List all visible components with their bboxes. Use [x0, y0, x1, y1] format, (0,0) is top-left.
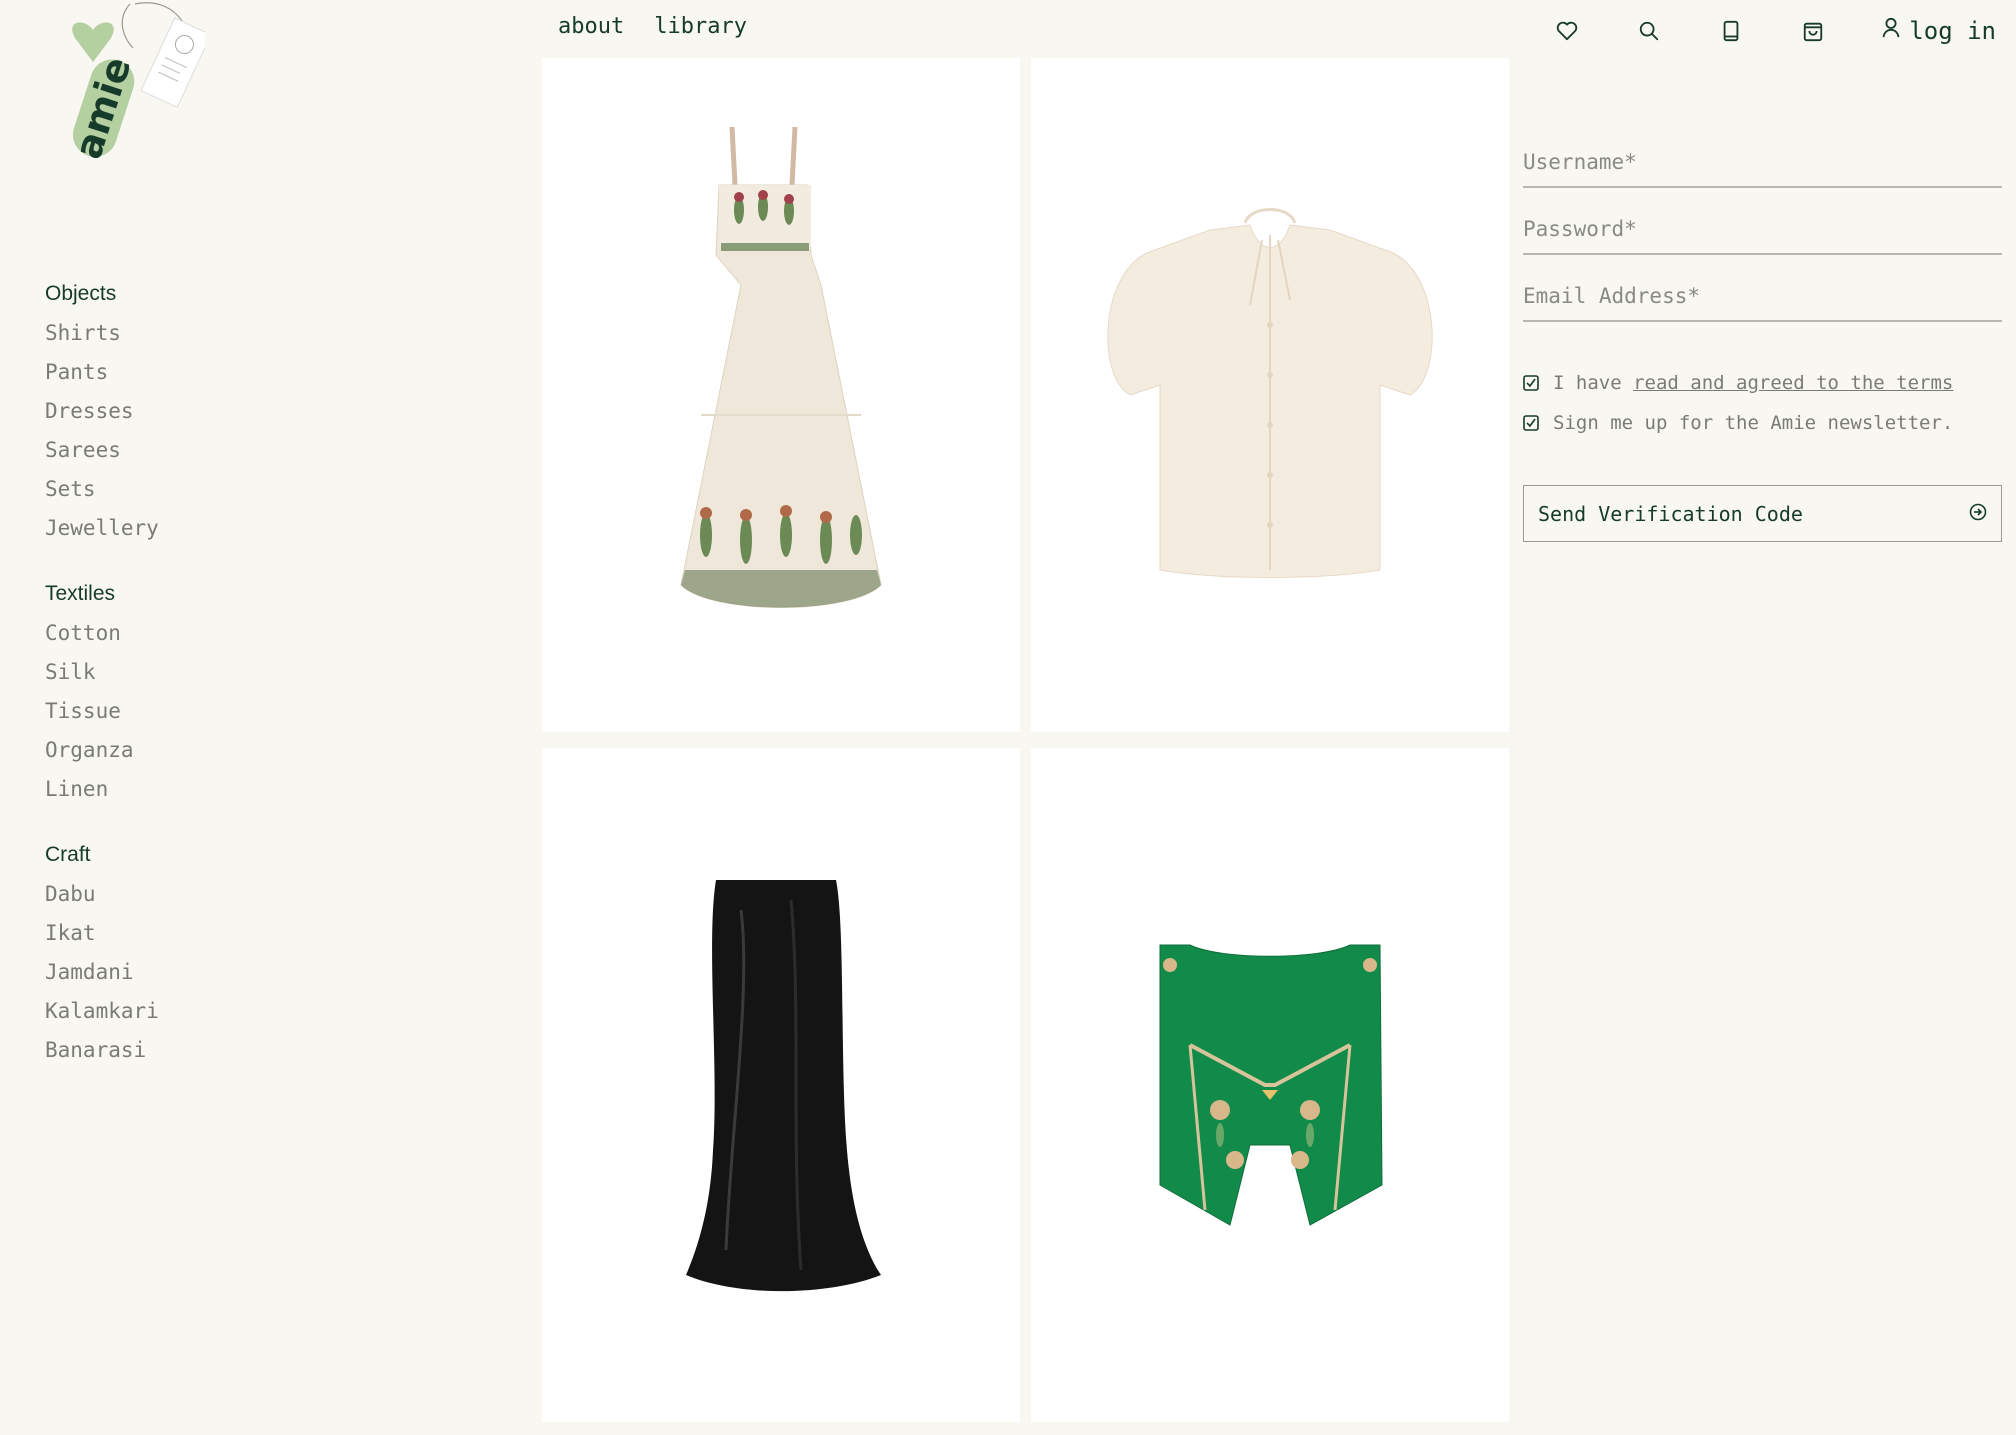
- blouse-image: [1107, 208, 1433, 578]
- terms-label: I have read and agreed to the terms: [1553, 372, 1953, 394]
- user-icon: [1881, 17, 1901, 45]
- consent-checks: I have read and agreed to the terms Sign…: [1523, 363, 2002, 443]
- product-card-dress[interactable]: [542, 58, 1020, 732]
- sidebar-item-shirts[interactable]: Shirts: [45, 314, 345, 353]
- sidebar-item-ikat[interactable]: Ikat: [45, 914, 345, 953]
- sidebar-item-sarees[interactable]: Sarees: [45, 431, 345, 470]
- sidebar-item-silk[interactable]: Silk: [45, 653, 345, 692]
- arrow-circle-right-icon: [1969, 502, 1987, 526]
- terms-checkbox[interactable]: [1523, 375, 1539, 391]
- send-verification-button[interactable]: Send Verification Code: [1523, 485, 2002, 542]
- category-sidebar: Objects Shirts Pants Dresses Sarees Sets…: [45, 278, 345, 1100]
- heart-icon[interactable]: [1553, 14, 1581, 48]
- nav-about[interactable]: about: [558, 14, 624, 39]
- category-group-textiles: Textiles Cotton Silk Tissue Organza Line…: [45, 578, 345, 809]
- username-field[interactable]: [1523, 130, 2002, 188]
- search-icon[interactable]: [1635, 14, 1663, 48]
- send-verification-label: Send Verification Code: [1538, 501, 1803, 526]
- vest-image: [1159, 944, 1383, 1226]
- dress-image: [680, 126, 882, 608]
- password-field[interactable]: [1523, 197, 2002, 255]
- checkbox-icon: [1523, 415, 1539, 431]
- sidebar-item-sets[interactable]: Sets: [45, 470, 345, 509]
- terms-link[interactable]: read and agreed to the terms: [1633, 372, 1953, 394]
- category-heading: Craft: [45, 843, 91, 866]
- sidebar-item-jamdani[interactable]: Jamdani: [45, 953, 345, 992]
- newsletter-label: Sign me up for the Amie newsletter.: [1553, 412, 1954, 434]
- terms-row: I have read and agreed to the terms: [1523, 363, 2002, 403]
- category-heading: Textiles: [45, 582, 116, 605]
- product-card-blouse[interactable]: [1031, 58, 1509, 732]
- terms-prefix: I have: [1553, 372, 1634, 394]
- checkbox-icon: [1523, 375, 1539, 391]
- sidebar-item-cotton[interactable]: Cotton: [45, 614, 345, 653]
- sidebar-item-pants[interactable]: Pants: [45, 353, 345, 392]
- product-grid: [542, 58, 1509, 1422]
- sidebar-item-dresses[interactable]: Dresses: [45, 392, 345, 431]
- bag-icon[interactable]: [1799, 14, 1827, 48]
- category-group-objects: Objects Shirts Pants Dresses Sarees Sets…: [45, 278, 345, 548]
- newsletter-checkbox[interactable]: [1523, 415, 1539, 431]
- sidebar-item-organza[interactable]: Organza: [45, 731, 345, 770]
- sidebar-item-jewellery[interactable]: Jewellery: [45, 509, 345, 548]
- sidebar-item-dabu[interactable]: Dabu: [45, 875, 345, 914]
- login-label: log in: [1909, 17, 1996, 45]
- skirt-image: [686, 880, 881, 1292]
- login-button[interactable]: log in: [1881, 17, 1996, 45]
- category-heading: Objects: [45, 282, 117, 305]
- product-card-skirt[interactable]: [542, 748, 1020, 1422]
- sidebar-item-kalamkari[interactable]: Kalamkari: [45, 992, 345, 1031]
- logo-text: amie: [66, 52, 140, 165]
- sidebar-item-banarasi[interactable]: Banarasi: [45, 1031, 345, 1070]
- header-icons: log in: [1553, 14, 1996, 48]
- brand-logo[interactable]: amie: [55, 0, 212, 170]
- sidebar-item-tissue[interactable]: Tissue: [45, 692, 345, 731]
- sidebar-item-linen[interactable]: Linen: [45, 770, 345, 809]
- top-nav: about library: [558, 14, 747, 39]
- nav-library[interactable]: library: [654, 14, 747, 39]
- newsletter-row: Sign me up for the Amie newsletter.: [1523, 403, 2002, 443]
- book-icon[interactable]: [1717, 14, 1745, 48]
- category-group-craft: Craft Dabu Ikat Jamdani Kalamkari Banara…: [45, 839, 345, 1070]
- product-card-vest[interactable]: [1031, 748, 1509, 1422]
- email-field[interactable]: [1523, 264, 2002, 322]
- signup-form: I have read and agreed to the terms Sign…: [1523, 130, 2002, 542]
